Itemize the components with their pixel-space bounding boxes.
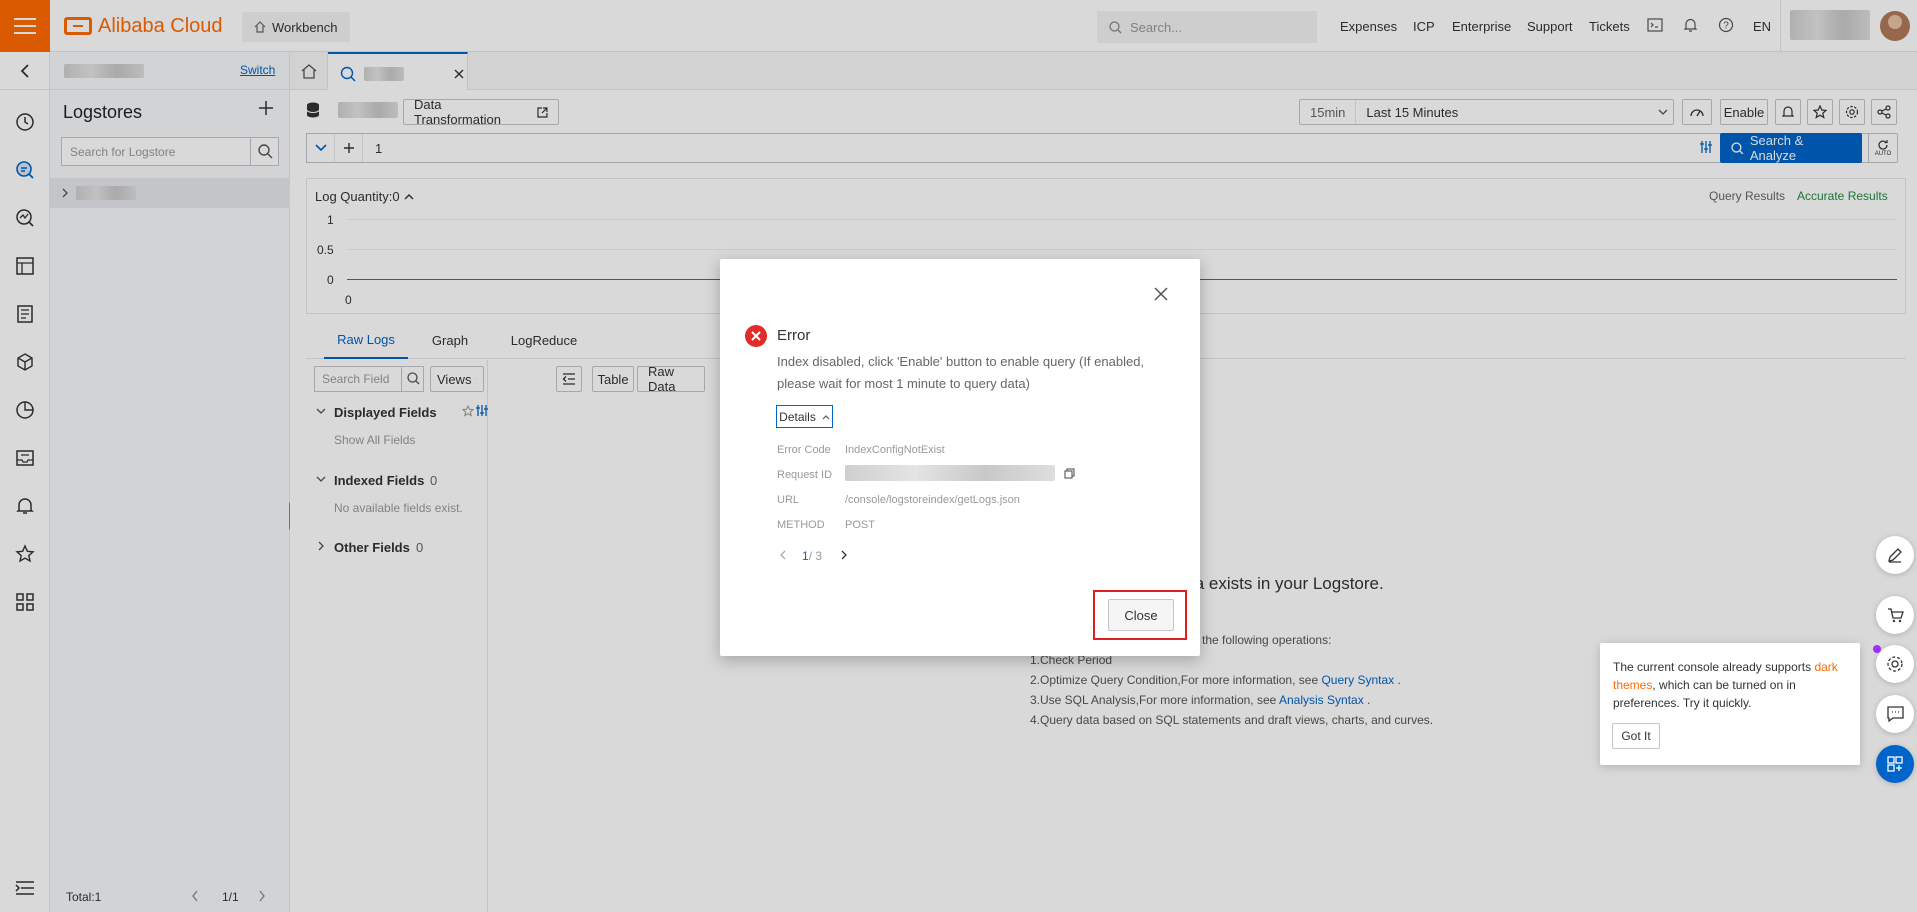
notification-dot — [1873, 645, 1881, 653]
tip-text-pre: The current console already supports — [1613, 660, 1815, 674]
error-code-key: Error Code — [777, 444, 831, 456]
error-pager: 1/ 3 — [802, 549, 822, 563]
theme-settings-icon[interactable] — [1876, 645, 1914, 683]
copy-icon[interactable] — [1064, 468, 1075, 479]
dialog-title: Error — [777, 327, 811, 344]
details-toggle[interactable]: Details — [776, 405, 833, 428]
method-value: POST — [845, 519, 875, 531]
prev-error-icon[interactable] — [780, 550, 787, 560]
got-it-button[interactable]: Got It — [1612, 723, 1660, 749]
url-key: URL — [777, 494, 800, 506]
apps-launcher-icon[interactable] — [1876, 745, 1914, 783]
edit-icon[interactable] — [1876, 536, 1914, 574]
chevron-up-icon — [822, 414, 830, 419]
method-key: METHOD — [777, 519, 825, 531]
cart-icon[interactable] — [1876, 596, 1914, 634]
dialog-message: Index disabled, click 'Enable' button to… — [777, 354, 1145, 391]
details-label: Details — [779, 409, 816, 424]
close-icon[interactable] — [1154, 287, 1168, 301]
url-value: /console/logstoreindex/getLogs.json — [845, 494, 1020, 506]
tip-text: The current console already supports dar… — [1613, 658, 1845, 712]
request-id-value — [845, 465, 1055, 481]
chat-icon[interactable] — [1876, 695, 1914, 733]
error-dialog: Error Index disabled, click 'Enable' but… — [720, 259, 1200, 656]
next-error-icon[interactable] — [840, 550, 847, 560]
close-button[interactable]: Close — [1108, 599, 1174, 631]
error-pager-current: 1 — [802, 549, 809, 563]
request-id-key: Request ID — [777, 469, 833, 481]
error-code-value: IndexConfigNotExist — [845, 444, 945, 456]
dark-theme-tip: The current console already supports dar… — [1600, 643, 1860, 765]
error-icon — [745, 325, 767, 347]
error-pager-total: / 3 — [808, 549, 823, 563]
